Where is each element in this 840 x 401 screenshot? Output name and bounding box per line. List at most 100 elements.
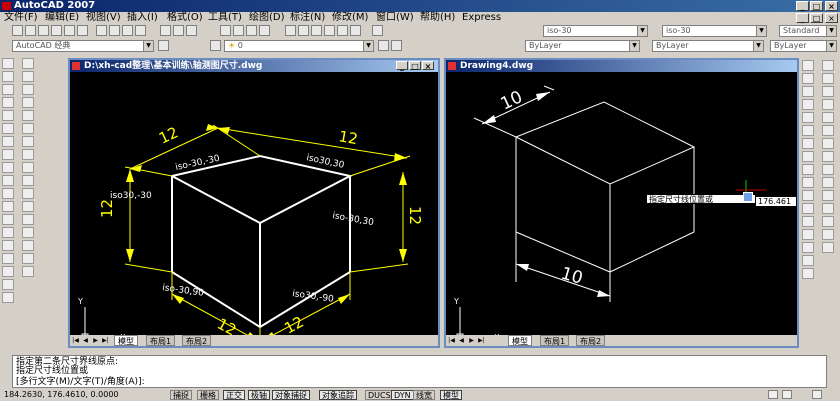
color-combo[interactable]: ByLayer ▼ bbox=[525, 40, 640, 52]
tab-model-left[interactable]: 模型 bbox=[114, 335, 138, 346]
otrack-toggle[interactable]: 对象追踪 bbox=[319, 390, 357, 400]
osnap-endpoint-icon[interactable] bbox=[822, 60, 834, 71]
osnap-apparent-icon[interactable] bbox=[822, 99, 834, 110]
match-properties-icon[interactable] bbox=[135, 25, 146, 36]
tab-model-right[interactable]: 模型 bbox=[508, 335, 532, 346]
gradient-icon[interactable] bbox=[2, 253, 14, 264]
osnap-center-icon[interactable] bbox=[822, 125, 834, 136]
osnap-quadrant-icon[interactable] bbox=[822, 138, 834, 149]
insert-block-icon[interactable] bbox=[2, 201, 14, 212]
spline-icon[interactable] bbox=[2, 162, 14, 173]
osnap-midpoint-icon[interactable] bbox=[822, 73, 834, 84]
tab-layout2-right[interactable]: 布局2 bbox=[576, 335, 606, 346]
workspace-combo[interactable]: AutoCAD 经典 ▼ bbox=[12, 40, 154, 52]
minimize-button[interactable]: _ bbox=[796, 1, 809, 11]
markup-icon[interactable] bbox=[337, 25, 348, 36]
dimstyle-combo[interactable]: iso-30 ▼ bbox=[543, 25, 648, 37]
array-icon[interactable] bbox=[22, 110, 34, 121]
fillet-icon[interactable] bbox=[22, 253, 34, 264]
dim-update-icon[interactable] bbox=[802, 268, 814, 279]
radius-dim-icon[interactable] bbox=[802, 112, 814, 123]
revision-cloud-icon[interactable] bbox=[2, 149, 14, 160]
layer-manager-icon[interactable] bbox=[210, 40, 221, 51]
ortho-toggle[interactable]: 正交 bbox=[223, 390, 245, 400]
doc-close-button[interactable]: × bbox=[825, 13, 838, 23]
dim-edit-icon[interactable] bbox=[802, 242, 814, 253]
copy-object-icon[interactable] bbox=[22, 71, 34, 82]
dim-text-edit-icon[interactable] bbox=[802, 255, 814, 266]
next-tab-icon[interactable]: ▶ bbox=[467, 336, 476, 345]
drawing-window-right-titlebar[interactable]: Drawing4.dwg bbox=[446, 60, 797, 72]
menu-window[interactable]: 窗口(W) bbox=[376, 12, 414, 24]
last-tab-icon[interactable]: ▶| bbox=[477, 336, 486, 345]
polyline-icon[interactable] bbox=[2, 84, 14, 95]
quickcalc-icon[interactable] bbox=[350, 25, 361, 36]
linetype-combo[interactable]: ByLayer ▼ bbox=[652, 40, 764, 52]
arc-length-icon[interactable] bbox=[802, 86, 814, 97]
hatch-icon[interactable] bbox=[2, 240, 14, 251]
ordinate-dim-icon[interactable] bbox=[802, 99, 814, 110]
publish-icon[interactable] bbox=[77, 25, 88, 36]
layer-combo[interactable]: ☀ 0 ▼ bbox=[224, 40, 374, 52]
ellipse-icon[interactable] bbox=[2, 175, 14, 186]
polygon-icon[interactable] bbox=[2, 97, 14, 108]
scale-icon[interactable] bbox=[22, 149, 34, 160]
command-prompt[interactable]: [多行文字(M)/文字(T)/角度(A)]: bbox=[16, 377, 145, 387]
erase-icon[interactable] bbox=[22, 58, 34, 69]
make-block-icon[interactable] bbox=[2, 214, 14, 225]
drawing-window-right[interactable]: Drawing4.dwg 10 10 Y 指定尺寸线位置或 176.461 |◀… bbox=[444, 58, 799, 348]
tool-palettes-icon[interactable] bbox=[311, 25, 322, 36]
center-mark-icon[interactable] bbox=[802, 229, 814, 240]
last-tab-icon[interactable]: ▶| bbox=[101, 336, 110, 345]
drawing-window-left[interactable]: D:\xh-cad整理\基本训练\轴测图尺寸.dwg _ □ × 12 12 1… bbox=[68, 58, 440, 348]
osnap-nearest-icon[interactable] bbox=[822, 216, 834, 227]
multiline-text-icon[interactable] bbox=[2, 292, 14, 303]
point-icon[interactable] bbox=[2, 227, 14, 238]
doc-restore-button[interactable]: □ bbox=[810, 13, 823, 23]
zoom-previous-icon[interactable] bbox=[259, 25, 270, 36]
osnap-extension-icon[interactable] bbox=[822, 112, 834, 123]
first-tab-icon[interactable]: |◀ bbox=[447, 336, 456, 345]
ellipse-arc-icon[interactable] bbox=[2, 188, 14, 199]
snap-toggle[interactable]: 捕捉 bbox=[170, 390, 192, 400]
make-current-layer-icon[interactable] bbox=[378, 40, 389, 51]
extend-icon[interactable] bbox=[22, 188, 34, 199]
polar-toggle[interactable]: 极轴 bbox=[248, 390, 270, 400]
zoom-window-icon[interactable] bbox=[246, 25, 257, 36]
left-window-close-button[interactable]: × bbox=[422, 61, 434, 71]
menu-draw[interactable]: 绘图(D) bbox=[249, 12, 285, 24]
chamfer-icon[interactable] bbox=[22, 240, 34, 251]
mirror-icon[interactable] bbox=[22, 84, 34, 95]
first-tab-icon[interactable]: |◀ bbox=[71, 336, 80, 345]
paste-icon[interactable] bbox=[122, 25, 133, 36]
rotate-icon[interactable] bbox=[22, 136, 34, 147]
layer-previous-icon[interactable] bbox=[391, 40, 402, 51]
prev-tab-icon[interactable]: ◀ bbox=[457, 336, 466, 345]
help-icon[interactable] bbox=[372, 25, 383, 36]
diameter-dim-icon[interactable] bbox=[802, 138, 814, 149]
construction-line-icon[interactable] bbox=[2, 71, 14, 82]
break-at-point-icon[interactable] bbox=[22, 201, 34, 212]
zoom-realtime-icon[interactable] bbox=[233, 25, 244, 36]
dyn-toggle[interactable]: DYN bbox=[391, 390, 414, 400]
grid-toggle[interactable]: 栅格 bbox=[197, 390, 219, 400]
continue-dim-icon[interactable] bbox=[802, 190, 814, 201]
menu-help[interactable]: 帮助(H) bbox=[420, 12, 455, 24]
down-arrow-icon[interactable] bbox=[743, 192, 753, 202]
redo-icon[interactable] bbox=[186, 25, 197, 36]
aligned-dim-icon[interactable] bbox=[802, 73, 814, 84]
region-icon[interactable] bbox=[2, 266, 14, 277]
textstyle-combo[interactable]: iso-30 ▼ bbox=[662, 25, 767, 37]
join-icon[interactable] bbox=[22, 227, 34, 238]
menu-tools[interactable]: 工具(T) bbox=[208, 12, 242, 24]
maximize-button[interactable]: □ bbox=[810, 1, 823, 11]
menu-express[interactable]: Express bbox=[462, 12, 501, 24]
menu-insert[interactable]: 插入(I) bbox=[127, 12, 158, 24]
open-icon[interactable] bbox=[25, 25, 36, 36]
plot-preview-icon[interactable] bbox=[64, 25, 75, 36]
dynamic-coord-input[interactable]: 176.461 bbox=[755, 196, 797, 207]
menu-dimension[interactable]: 标注(N) bbox=[290, 12, 325, 24]
sheet-set-icon[interactable] bbox=[324, 25, 335, 36]
angular-dim-icon[interactable] bbox=[802, 151, 814, 162]
arc-icon[interactable] bbox=[2, 123, 14, 134]
